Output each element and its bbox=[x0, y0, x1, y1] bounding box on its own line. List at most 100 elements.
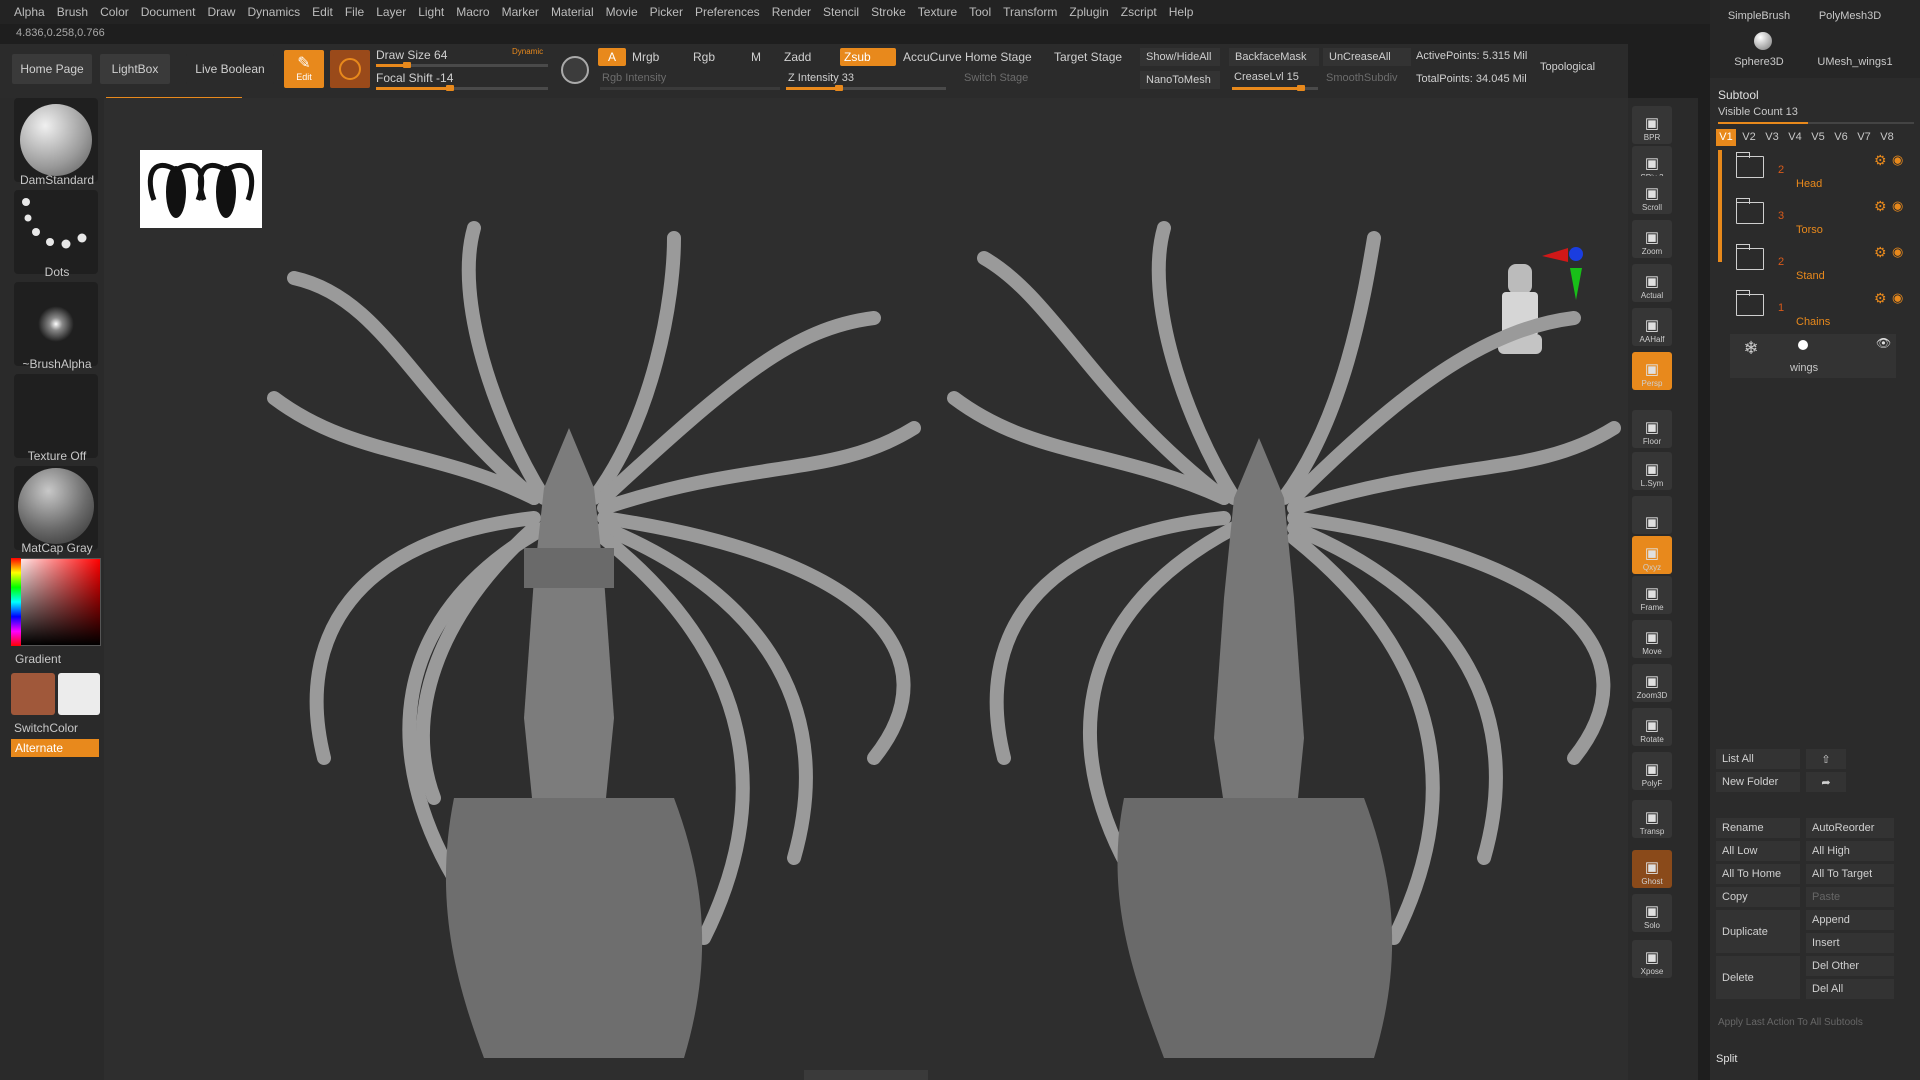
backface-mask-button[interactable]: BackfaceMask bbox=[1229, 48, 1319, 66]
rotate-button[interactable]: ▣ Rotate bbox=[1632, 708, 1672, 746]
all-low-button[interactable]: All Low bbox=[1716, 841, 1800, 861]
list-all-button[interactable]: List All bbox=[1716, 749, 1800, 769]
home-stage-button[interactable]: Home Stage bbox=[965, 50, 1032, 64]
insert-button[interactable]: Insert bbox=[1806, 933, 1894, 953]
menu-file[interactable]: File bbox=[345, 5, 372, 19]
menu-movie[interactable]: Movie bbox=[606, 5, 646, 19]
rename-button[interactable]: Rename bbox=[1716, 818, 1800, 838]
tab-v8[interactable]: V8 bbox=[1877, 129, 1897, 146]
brush-thumbnail[interactable] bbox=[14, 98, 98, 182]
tab-v1[interactable]: V1 bbox=[1716, 129, 1736, 146]
zoom3d-button[interactable]: ▣ Zoom3D bbox=[1632, 664, 1672, 702]
sphere3d-tool[interactable]: Sphere3D bbox=[1724, 56, 1794, 68]
subtool-item-wings[interactable]: ❄ 👁 wings bbox=[1730, 334, 1896, 378]
main-color-swatch[interactable] bbox=[11, 673, 55, 715]
draw-mode-button[interactable] bbox=[330, 50, 370, 88]
home-page-button[interactable]: Home Page bbox=[12, 54, 92, 84]
menu-picker[interactable]: Picker bbox=[650, 5, 691, 19]
zoom-button[interactable]: ▣ Zoom bbox=[1632, 220, 1672, 258]
menu-alpha[interactable]: Alpha bbox=[14, 5, 53, 19]
wings-toggle-icon[interactable] bbox=[1798, 340, 1808, 350]
actual-button[interactable]: ▣ Actual bbox=[1632, 264, 1672, 302]
rgb-intensity-slider[interactable] bbox=[600, 87, 780, 90]
subtool-folder-head[interactable]: 2 Head ⚙ ◉ bbox=[1728, 150, 1903, 192]
menu-edit[interactable]: Edit bbox=[312, 5, 341, 19]
hue-strip[interactable] bbox=[11, 558, 21, 646]
mrgb-button[interactable]: Mrgb bbox=[632, 50, 659, 64]
canvas-viewport[interactable] bbox=[104, 98, 1628, 1080]
sculpt-back-view[interactable] bbox=[894, 198, 1634, 1078]
gear-icon[interactable]: ⚙ bbox=[1874, 290, 1887, 307]
menu-material[interactable]: Material bbox=[551, 5, 602, 19]
simple-brush-tool[interactable]: SimpleBrush bbox=[1724, 10, 1794, 22]
texture-thumbnail[interactable] bbox=[14, 374, 98, 458]
z-intensity-slider[interactable] bbox=[786, 85, 946, 91]
zsub-button[interactable]: Zsub bbox=[840, 48, 896, 66]
menu-marker[interactable]: Marker bbox=[502, 5, 547, 19]
stroke-thumbnail[interactable] bbox=[14, 190, 98, 274]
edit-mode-button[interactable]: ✎ Edit bbox=[284, 50, 324, 88]
uncrease-all-button[interactable]: UnCreaseAll bbox=[1323, 48, 1411, 66]
subtool-folder-chains[interactable]: 1 Chains ⚙ ◉ bbox=[1728, 288, 1903, 330]
accucurve-button[interactable]: AccuCurve bbox=[903, 50, 962, 64]
subtool-header[interactable]: Subtool bbox=[1718, 88, 1759, 102]
transp-button[interactable]: ▣ Transp bbox=[1632, 800, 1672, 838]
move-arrow-icon[interactable]: ➦ bbox=[1806, 772, 1846, 792]
eye-icon[interactable]: ◉ bbox=[1892, 198, 1903, 214]
subtool-folder-torso[interactable]: 3 Torso ⚙ ◉ bbox=[1728, 196, 1903, 238]
aahalf-button[interactable]: ▣ AAHalf bbox=[1632, 308, 1672, 346]
umesh-wings-tool[interactable]: UMesh_wings1 bbox=[1810, 56, 1900, 68]
secondary-color-swatch[interactable] bbox=[58, 673, 100, 715]
all-high-button[interactable]: All High bbox=[1806, 841, 1894, 861]
color-picker[interactable] bbox=[11, 558, 101, 646]
ghost-button[interactable]: ▣ Ghost bbox=[1632, 850, 1672, 888]
alternate-button[interactable]: Alternate bbox=[11, 739, 99, 757]
wings-eye-icon[interactable]: 👁 bbox=[1876, 336, 1891, 350]
lsym-button[interactable]: ▣ L.Sym bbox=[1632, 452, 1672, 490]
move-button[interactable]: ▣ Move bbox=[1632, 620, 1672, 658]
menu-texture[interactable]: Texture bbox=[918, 5, 965, 19]
brush-mode-icon[interactable] bbox=[561, 56, 589, 84]
move-up-icon[interactable]: ⇧ bbox=[1806, 749, 1846, 769]
tab-v4[interactable]: V4 bbox=[1785, 129, 1805, 146]
menu-tool[interactable]: Tool bbox=[969, 5, 999, 19]
m-button[interactable]: M bbox=[751, 50, 761, 64]
menu-help[interactable]: Help bbox=[1169, 5, 1202, 19]
menu-light[interactable]: Light bbox=[418, 5, 452, 19]
live-boolean-button[interactable]: Live Boolean bbox=[186, 54, 274, 84]
subtool-folder-stand[interactable]: 2 Stand ⚙ ◉ bbox=[1728, 242, 1903, 284]
visible-count-slider[interactable] bbox=[1718, 122, 1914, 124]
focal-shift-slider[interactable] bbox=[376, 85, 548, 91]
lock-button[interactable]: ▣ bbox=[1632, 496, 1672, 534]
alpha-thumbnail[interactable] bbox=[14, 282, 98, 366]
eye-icon[interactable]: ◉ bbox=[1892, 290, 1903, 306]
del-all-button[interactable]: Del All bbox=[1806, 979, 1894, 999]
menu-zplugin[interactable]: Zplugin bbox=[1069, 5, 1116, 19]
target-stage-button[interactable]: Target Stage bbox=[1054, 50, 1122, 64]
menu-stroke[interactable]: Stroke bbox=[871, 5, 914, 19]
sculpt-front-view[interactable] bbox=[234, 198, 934, 1078]
floor-button[interactable]: ▣ Floor bbox=[1632, 410, 1672, 448]
topological-button[interactable]: Topological bbox=[1540, 61, 1595, 73]
smooth-subdiv-label[interactable]: SmoothSubdiv bbox=[1326, 72, 1398, 84]
duplicate-button[interactable]: Duplicate bbox=[1716, 910, 1800, 953]
lightbox-button[interactable]: LightBox bbox=[100, 54, 170, 84]
menu-stencil[interactable]: Stencil bbox=[823, 5, 867, 19]
gear-icon[interactable]: ⚙ bbox=[1874, 244, 1887, 261]
dynamic-label[interactable]: Dynamic bbox=[512, 47, 543, 56]
crease-level-slider[interactable] bbox=[1232, 85, 1318, 91]
bottom-tray-handle[interactable] bbox=[804, 1070, 928, 1080]
polyf-button[interactable]: ▣ PolyF bbox=[1632, 752, 1672, 790]
tab-v6[interactable]: V6 bbox=[1831, 129, 1851, 146]
apply-last-action-label[interactable]: Apply Last Action To All Subtools bbox=[1718, 1017, 1863, 1028]
tab-v2[interactable]: V2 bbox=[1739, 129, 1759, 146]
draw-size-slider[interactable] bbox=[376, 62, 548, 68]
menu-zscript[interactable]: Zscript bbox=[1121, 5, 1165, 19]
menu-document[interactable]: Document bbox=[141, 5, 204, 19]
menu-transform[interactable]: Transform bbox=[1003, 5, 1065, 19]
all-to-target-button[interactable]: All To Target bbox=[1806, 864, 1894, 884]
zadd-button[interactable]: Zadd bbox=[784, 50, 811, 64]
rgb-button[interactable]: Rgb bbox=[693, 50, 715, 64]
solo-button[interactable]: ▣ Solo bbox=[1632, 894, 1672, 932]
menu-layer[interactable]: Layer bbox=[376, 5, 414, 19]
